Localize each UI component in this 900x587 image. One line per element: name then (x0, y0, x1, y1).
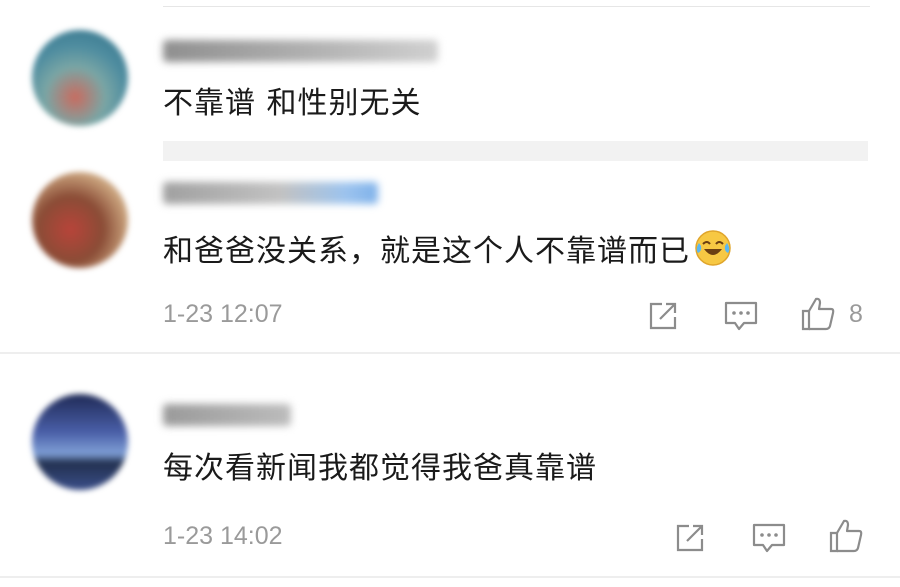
share-button[interactable] (670, 518, 710, 558)
thumbs-up-icon (829, 519, 863, 553)
username-blurred[interactable] (163, 404, 291, 426)
laughing-crying-emoji-icon (694, 229, 732, 276)
like-button[interactable] (798, 294, 838, 334)
comment-divider (0, 352, 900, 354)
top-divider (163, 6, 870, 7)
thumbs-up-icon (801, 297, 835, 331)
username-blurred[interactable] (163, 40, 438, 62)
comment-text: 和爸爸没关系，就是这个人不靠谱而已 (163, 229, 732, 276)
comment-text: 每次看新闻我都觉得我爸真靠谱 (163, 451, 597, 486)
nested-reply-stub (163, 141, 868, 161)
share-button[interactable] (643, 296, 683, 336)
comment-icon (724, 301, 758, 331)
username-blurred[interactable] (163, 182, 378, 204)
reply-button[interactable] (721, 296, 761, 336)
comment-divider (0, 576, 900, 578)
comment-text-content: 和爸爸没关系，就是这个人不靠谱而已 (163, 234, 690, 269)
like-count: 8 (849, 300, 863, 328)
share-icon (676, 524, 704, 552)
avatar[interactable] (32, 394, 128, 490)
comment-timestamp: 1-23 14:02 (163, 522, 283, 550)
reply-button[interactable] (749, 518, 789, 558)
share-icon (649, 302, 677, 330)
avatar[interactable] (32, 172, 128, 268)
comment-text: 不靠谱 和性别无关 (163, 86, 422, 121)
avatar[interactable] (32, 30, 128, 126)
comment-timestamp: 1-23 12:07 (163, 300, 283, 328)
comment-icon (752, 523, 786, 553)
like-button[interactable] (826, 516, 866, 556)
